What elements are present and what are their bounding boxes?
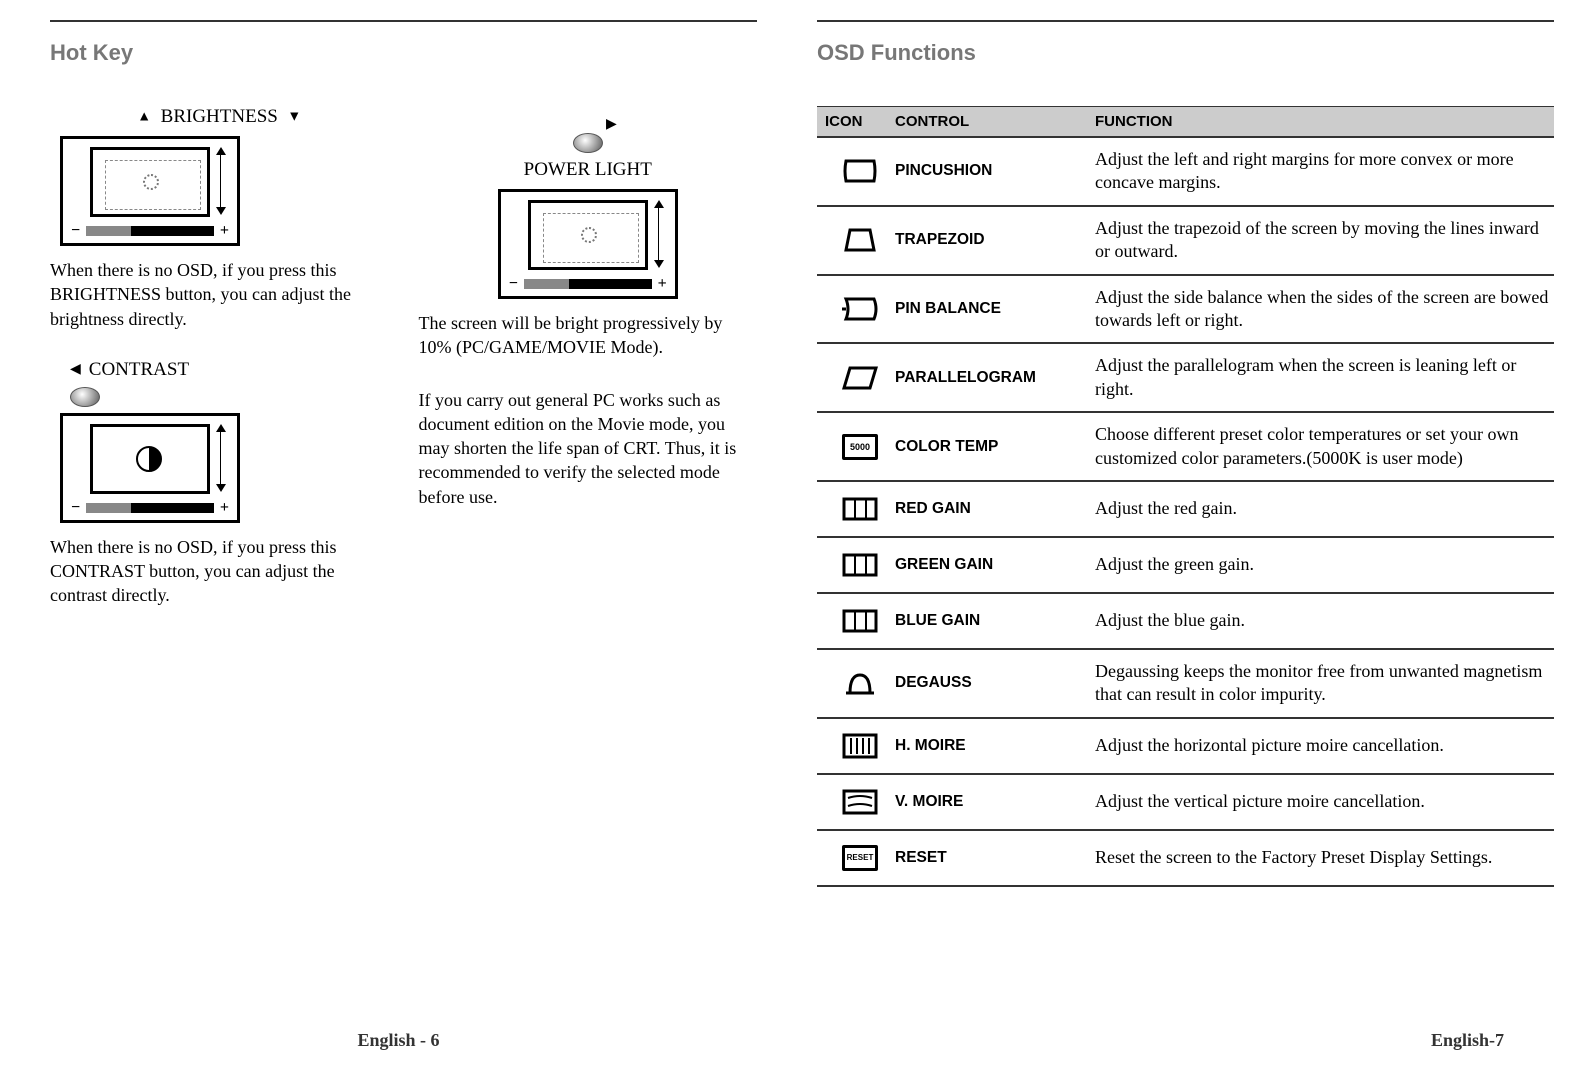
trapezoid-icon bbox=[825, 226, 895, 254]
osd-row: DEGAUSSDegaussing keeps the monitor free… bbox=[817, 650, 1554, 719]
osd-control-name: PIN BALANCE bbox=[895, 300, 1095, 318]
osd-row: PIN BALANCEAdjust the side balance when … bbox=[817, 276, 1554, 345]
osd-control-name: TRAPEZOID bbox=[895, 231, 1095, 249]
osd-row: RESETRESETReset the screen to the Factor… bbox=[817, 831, 1554, 887]
page-title: Hot Key bbox=[50, 40, 757, 66]
osd-row: BLUE GAINAdjust the blue gain. bbox=[817, 594, 1554, 650]
osd-function-text: Adjust the red gain. bbox=[1095, 497, 1550, 520]
osd-function-text: Adjust the blue gain. bbox=[1095, 609, 1550, 632]
contrast-osd-diagram: −+ bbox=[60, 413, 240, 523]
page-number: English - 6 bbox=[357, 1030, 439, 1051]
powerlight-description-1: The screen will be bright progressively … bbox=[419, 311, 758, 360]
pincushion-icon bbox=[825, 157, 895, 185]
reset-icon: RESET bbox=[825, 845, 895, 871]
top-rule bbox=[817, 20, 1554, 22]
page-title: OSD Functions bbox=[817, 40, 1554, 66]
powerlight-knob-row: ▶ bbox=[419, 116, 758, 153]
osd-control-name: BLUE GAIN bbox=[895, 612, 1095, 630]
contrast-description: When there is no OSD, if you press this … bbox=[50, 535, 389, 608]
redgain-icon bbox=[825, 495, 895, 523]
osd-row: GREEN GAINAdjust the green gain. bbox=[817, 538, 1554, 594]
osd-control-name: DEGAUSS bbox=[895, 674, 1095, 692]
osd-row: H. MOIREAdjust the horizontal picture mo… bbox=[817, 719, 1554, 775]
osd-function-text: Reset the screen to the Factory Preset D… bbox=[1095, 846, 1550, 869]
osd-row: PINCUSHIONAdjust the left and right marg… bbox=[817, 138, 1554, 207]
colortemp-icon: 5000 bbox=[842, 434, 878, 460]
header-icon: ICON bbox=[825, 113, 895, 130]
osd-table-header: ICON CONTROL FUNCTION bbox=[817, 106, 1554, 138]
osd-control-name: PINCUSHION bbox=[895, 162, 1095, 180]
hotkey-col-left: ▲ BRIGHTNESS ▼ −+ When there is no OSD, … bbox=[50, 106, 389, 636]
osd-function-text: Adjust the horizontal picture moire canc… bbox=[1095, 734, 1550, 757]
brightness-label-row: ▲ BRIGHTNESS ▼ bbox=[50, 106, 389, 128]
pinbalance-icon bbox=[825, 295, 895, 323]
header-control: CONTROL bbox=[895, 113, 1095, 130]
parallelogram-icon bbox=[825, 364, 895, 392]
powerlight-osd-diagram: −+ bbox=[498, 189, 678, 299]
right-triangle-icon: ▶ bbox=[606, 116, 617, 133]
powerlight-description-2: If you carry out general PC works such a… bbox=[419, 388, 758, 509]
osd-control-name: V. MOIRE bbox=[895, 793, 1095, 811]
down-triangle-icon: ▼ bbox=[287, 110, 301, 125]
osd-function-text: Adjust the vertical picture moire cancel… bbox=[1095, 790, 1550, 813]
osd-control-name: RESET bbox=[895, 849, 1095, 867]
osd-control-name: H. MOIRE bbox=[895, 737, 1095, 755]
left-page: Hot Key ▲ BRIGHTNESS ▼ −+ When there is … bbox=[0, 0, 797, 1071]
contrast-label: CONTRAST bbox=[89, 359, 189, 381]
brightness-label: BRIGHTNESS bbox=[161, 106, 278, 127]
osd-row: 5000 COLOR TEMPChoose different preset co… bbox=[817, 413, 1554, 482]
osd-function-text: Choose different preset color temperatur… bbox=[1095, 423, 1550, 470]
osd-function-text: Adjust the green gain. bbox=[1095, 553, 1550, 576]
osd-function-text: Adjust the side balance when the sides o… bbox=[1095, 286, 1550, 333]
brightness-osd-diagram: −+ bbox=[60, 136, 240, 246]
osd-function-text: Adjust the trapezoid of the screen by mo… bbox=[1095, 217, 1550, 264]
top-rule bbox=[50, 20, 757, 22]
osd-row: RED GAINAdjust the red gain. bbox=[817, 482, 1554, 538]
powerlight-label: POWER LIGHT bbox=[419, 159, 758, 181]
degauss-icon bbox=[825, 669, 895, 697]
osd-row: TRAPEZOIDAdjust the trapezoid of the scr… bbox=[817, 207, 1554, 276]
osd-control-name: COLOR TEMP bbox=[895, 438, 1095, 456]
contrast-label-row: ◀ CONTRAST bbox=[70, 359, 389, 381]
brightness-description: When there is no OSD, if you press this … bbox=[50, 258, 389, 331]
osd-row: V. MOIREAdjust the vertical picture moir… bbox=[817, 775, 1554, 831]
up-triangle-icon: ▲ bbox=[137, 110, 151, 125]
contrast-knob-row bbox=[70, 387, 389, 407]
osd-control-name: RED GAIN bbox=[895, 500, 1095, 518]
osd-control-name: GREEN GAIN bbox=[895, 556, 1095, 574]
reset-icon: RESET bbox=[842, 845, 878, 871]
left-triangle-icon: ◀ bbox=[70, 361, 81, 378]
osd-function-text: Adjust the left and right margins for mo… bbox=[1095, 148, 1550, 195]
greengain-icon bbox=[825, 551, 895, 579]
hotkey-col-right: ▶ POWER LIGHT −+ The screen will be brig… bbox=[419, 106, 758, 636]
knob-icon bbox=[70, 387, 100, 407]
bluegain-icon bbox=[825, 607, 895, 635]
header-function: FUNCTION bbox=[1095, 113, 1546, 130]
vmoire-icon bbox=[825, 788, 895, 816]
osd-functions-table: ICON CONTROL FUNCTION PINCUSHIONAdjust t… bbox=[817, 106, 1554, 887]
knob-icon bbox=[573, 133, 603, 153]
page-number: English-7 bbox=[1431, 1030, 1504, 1051]
osd-function-text: Adjust the parallelogram when the screen… bbox=[1095, 354, 1550, 401]
osd-function-text: Degaussing keeps the monitor free from u… bbox=[1095, 660, 1550, 707]
osd-row: PARALLELOGRAMAdjust the parallelogram wh… bbox=[817, 344, 1554, 413]
right-page: OSD Functions ICON CONTROL FUNCTION PINC… bbox=[797, 0, 1594, 1071]
hmoire-icon bbox=[825, 732, 895, 760]
colortemp-icon: 5000 bbox=[825, 434, 895, 460]
osd-control-name: PARALLELOGRAM bbox=[895, 369, 1095, 387]
hotkey-columns: ▲ BRIGHTNESS ▼ −+ When there is no OSD, … bbox=[50, 106, 757, 636]
